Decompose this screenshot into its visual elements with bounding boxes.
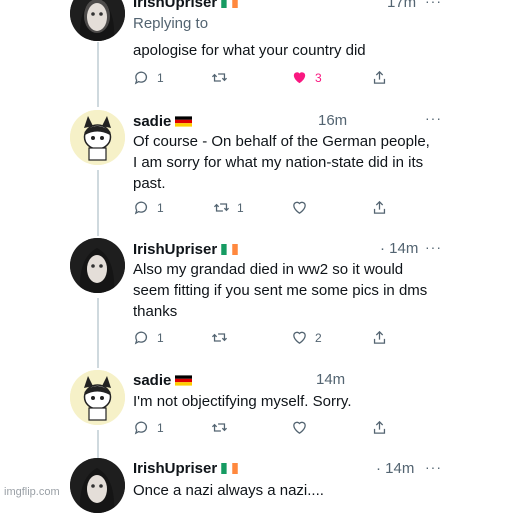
flag-ireland-icon	[221, 244, 238, 255]
tweet-text: Of course - On behalf of the German peop…	[133, 133, 430, 192]
author-name[interactable]: IrishUpriser	[133, 0, 238, 12]
share-icon	[373, 70, 386, 84]
reply-count: 1	[157, 420, 164, 435]
avatar[interactable]	[70, 238, 125, 293]
author-name[interactable]: IrishUpriser	[133, 241, 238, 259]
tweet-text: apologise for what your country did	[133, 42, 366, 59]
retweet-button[interactable]	[211, 69, 235, 86]
reply-icon	[134, 421, 148, 435]
reply-count: 1	[157, 330, 164, 345]
tweet-actions: 1	[133, 419, 393, 439]
reply-count: 1	[157, 200, 164, 215]
retweet-button[interactable]	[211, 419, 235, 436]
like-count: 2	[315, 330, 322, 345]
retweet-icon	[211, 73, 228, 82]
tweet-actions: 1 1	[133, 199, 393, 219]
share-button[interactable]	[371, 329, 388, 346]
author-name[interactable]: sadie	[133, 113, 193, 131]
reply-count: 1	[157, 70, 164, 85]
share-button[interactable]	[371, 199, 388, 216]
tweet-text: Once a nazi always a nazi....	[133, 482, 324, 499]
reply-button[interactable]: 1	[133, 69, 164, 86]
retweet-icon	[211, 423, 228, 432]
heart-icon	[293, 201, 306, 214]
watermark: imgflip.com	[4, 486, 60, 498]
share-icon	[373, 200, 386, 214]
author-name[interactable]: sadie	[133, 372, 193, 390]
timestamp[interactable]: · 14m	[380, 240, 418, 257]
flag-germany-icon	[175, 116, 193, 127]
tweet-actions: 1 3	[133, 69, 393, 89]
timestamp[interactable]: · 14m	[376, 460, 414, 477]
avatar[interactable]	[70, 0, 125, 41]
share-button[interactable]	[371, 419, 388, 436]
retweet-icon	[211, 333, 228, 342]
reply-button[interactable]: 1	[133, 199, 164, 216]
thread-line	[97, 170, 99, 236]
retweet-icon	[213, 203, 230, 212]
like-button[interactable]	[291, 199, 315, 216]
retweet-count: 1	[237, 200, 244, 215]
share-icon	[373, 420, 386, 434]
like-button[interactable]: 2	[291, 329, 322, 346]
more-options-button[interactable]: ···	[425, 0, 442, 9]
like-button[interactable]: 3	[291, 69, 322, 86]
tweet-text: I'm not objectifying myself. Sorry.	[133, 393, 352, 410]
timestamp[interactable]: 14m	[316, 371, 345, 388]
share-icon	[373, 330, 386, 344]
heart-icon	[293, 421, 306, 434]
avatar[interactable]	[70, 458, 125, 513]
avatar[interactable]	[70, 110, 125, 165]
flag-ireland-icon	[221, 0, 238, 8]
replying-to-label: Replying to	[133, 15, 209, 32]
more-options-button[interactable]: ···	[425, 110, 442, 126]
retweet-button[interactable]	[211, 329, 235, 346]
timestamp[interactable]: 16m	[318, 112, 347, 129]
retweet-button[interactable]: 1	[213, 199, 244, 216]
thread-line	[97, 298, 99, 368]
flag-germany-icon	[175, 375, 193, 386]
timestamp[interactable]: 17m	[387, 0, 416, 11]
avatar[interactable]	[70, 370, 125, 425]
heart-filled-icon	[293, 72, 306, 84]
more-options-button[interactable]: ···	[425, 459, 442, 475]
reply-button[interactable]: 1	[133, 329, 164, 346]
author-name[interactable]: IrishUpriser	[133, 460, 238, 478]
share-button[interactable]	[371, 69, 388, 86]
reply-icon	[134, 331, 148, 345]
reply-icon	[134, 71, 148, 85]
like-button[interactable]	[291, 419, 315, 436]
tweet-actions: 1 2	[133, 329, 393, 349]
reply-button[interactable]: 1	[133, 419, 164, 436]
flag-ireland-icon	[221, 463, 238, 474]
reply-icon	[134, 201, 148, 215]
thread-line	[97, 42, 99, 107]
more-options-button[interactable]: ···	[425, 239, 442, 255]
thread-line	[97, 430, 99, 460]
tweet-text: Also my grandad died in ww2 so it would …	[133, 261, 428, 320]
like-count: 3	[315, 70, 322, 85]
heart-icon	[293, 331, 306, 344]
